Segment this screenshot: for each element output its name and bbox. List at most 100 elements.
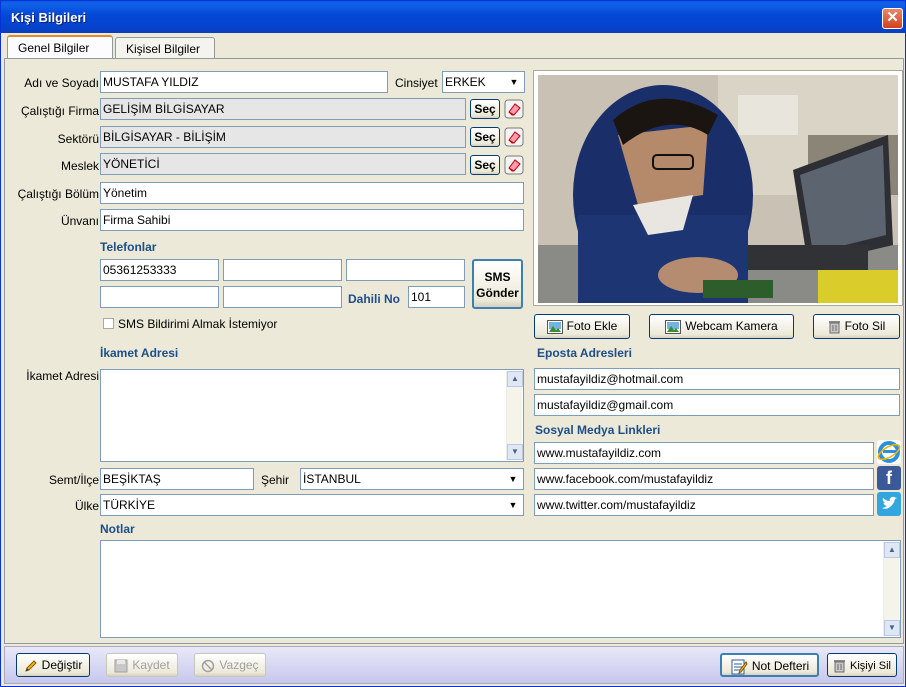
gender-label: Cinsiyet	[395, 76, 438, 90]
webcam-button[interactable]: Webcam Kamera	[649, 314, 794, 339]
job-title-field[interactable]: Firma Sahibi	[100, 209, 524, 231]
sector-field[interactable]: BİLGİSAYAR - BİLİŞİM	[100, 126, 466, 148]
department-label: Çalıştığı Bölüm	[17, 187, 99, 201]
gender-value: ERKEK	[445, 75, 486, 89]
notebook-button[interactable]: Not Defteri	[720, 653, 819, 677]
eraser-icon	[504, 127, 524, 147]
notebook-label: Not Defteri	[751, 659, 810, 673]
add-photo-label: Foto Ekle	[566, 319, 618, 333]
add-photo-button[interactable]: Foto Ekle	[534, 314, 630, 339]
delete-photo-button[interactable]: Foto Sil	[813, 314, 900, 339]
address-section-title: İkamet Adresi	[100, 346, 179, 360]
scroll-up-icon[interactable]: ▲	[884, 542, 900, 558]
pencil-icon	[24, 660, 37, 672]
edit-label: Değiştir	[41, 658, 83, 672]
twitter-field[interactable]: www.twitter.com/mustafayildiz	[534, 494, 874, 516]
send-sms-button[interactable]: SMS Gönder	[472, 259, 523, 309]
facebook-icon[interactable]: f	[877, 466, 901, 490]
extension-label: Dahili No	[348, 292, 401, 306]
chevron-down-icon: ▼	[508, 474, 518, 484]
notes-textarea[interactable]: ▲ ▼	[100, 540, 901, 638]
phone-field-2[interactable]	[223, 259, 342, 281]
image-icon	[546, 319, 563, 334]
city-select[interactable]: İSTANBUL ▼	[300, 468, 524, 490]
delete-person-button[interactable]: Kişiyi Sil	[827, 653, 897, 677]
cancel-icon	[202, 659, 215, 673]
select-sector-button[interactable]: Seç	[470, 127, 500, 147]
clear-job-button[interactable]	[504, 155, 524, 175]
sms-button-line1: SMS	[484, 270, 511, 284]
delete-photo-label: Foto Sil	[844, 319, 886, 333]
close-icon: ✕	[886, 9, 899, 26]
department-field[interactable]: Yönetim	[100, 182, 524, 204]
person-photo-image	[538, 75, 898, 303]
person-info-window: Kişi Bilgileri ✕ Genel Bilgiler Kişisel …	[0, 0, 906, 687]
tab-general-info[interactable]: Genel Bilgiler	[7, 35, 113, 59]
edit-button[interactable]: Değiştir	[16, 653, 90, 677]
phone-field-3[interactable]	[346, 259, 465, 281]
sms-optout-label: SMS Bildirimi Almak İstemiyor	[118, 317, 278, 331]
general-info-panel: Adı ve Soyadı MUSTAFA YILDIZ Cinsiyet ER…	[4, 58, 904, 644]
gender-select[interactable]: ERKEK ▼	[442, 71, 525, 93]
sms-button-line2: Gönder	[476, 286, 519, 300]
city-label: Şehir	[261, 473, 290, 487]
job-field[interactable]: YÖNETİCİ	[100, 153, 466, 175]
city-value: İSTANBUL	[303, 472, 361, 486]
company-field[interactable]: GELİŞİM BİLGİSAYAR	[100, 98, 466, 120]
webcam-label: Webcam Kamera	[685, 319, 778, 333]
emails-section-title: Eposta Adresleri	[537, 346, 632, 360]
clear-company-button[interactable]	[504, 99, 524, 119]
save-button[interactable]: Kaydet	[106, 653, 178, 677]
chevron-down-icon: ▼	[508, 500, 518, 510]
phone-field-1[interactable]: 05361253333	[100, 259, 219, 281]
notepad-icon	[731, 659, 748, 675]
phone-field-5[interactable]	[223, 286, 342, 308]
notes-scrollbar[interactable]: ▲ ▼	[883, 542, 900, 636]
social-section-title: Sosyal Medya Linkleri	[535, 423, 661, 437]
cancel-button[interactable]: Vazgeç	[194, 653, 266, 677]
facebook-field[interactable]: www.facebook.com/mustafayildiz	[534, 468, 874, 490]
cancel-label: Vazgeç	[219, 658, 259, 672]
sms-optout-checkbox[interactable]	[103, 318, 114, 329]
select-job-button[interactable]: Seç	[470, 155, 500, 175]
person-photo	[533, 70, 903, 306]
phone-field-4[interactable]	[100, 286, 219, 308]
phones-section-title: Telefonlar	[100, 240, 157, 254]
country-value: TÜRKİYE	[103, 498, 156, 512]
website-field[interactable]: www.mustafayildiz.com	[534, 442, 874, 464]
select-company-button[interactable]: Seç	[470, 99, 500, 119]
trash-icon	[834, 660, 846, 673]
trash-icon	[828, 321, 840, 334]
email-field-1[interactable]: mustafayildiz@hotmail.com	[534, 368, 900, 390]
window-title: Kişi Bilgileri	[11, 10, 87, 25]
tab-personal-info[interactable]: Kişisel Bilgiler	[115, 37, 215, 59]
clear-sector-button[interactable]	[504, 127, 524, 147]
name-field[interactable]: MUSTAFA YILDIZ	[100, 71, 388, 93]
address-label: İkamet Adresi	[26, 369, 99, 383]
company-label: Çalıştığı Firma	[20, 104, 99, 118]
internet-explorer-icon[interactable]	[877, 440, 901, 464]
delete-person-label: Kişiyi Sil	[850, 660, 891, 672]
image-icon	[665, 319, 682, 334]
scroll-down-icon[interactable]: ▼	[507, 444, 523, 460]
twitter-icon[interactable]	[877, 492, 901, 516]
country-select[interactable]: TÜRKİYE ▼	[100, 494, 524, 516]
title-bar: Kişi Bilgileri ✕	[1, 1, 905, 33]
close-button[interactable]: ✕	[882, 8, 903, 29]
district-field[interactable]: BEŞİKTAŞ	[100, 468, 254, 490]
address-textarea[interactable]: ▲ ▼	[100, 369, 524, 462]
extension-field[interactable]: 101	[408, 286, 465, 308]
floppy-disk-icon	[114, 659, 128, 673]
address-scrollbar[interactable]: ▲ ▼	[506, 371, 523, 460]
name-label: Adı ve Soyadı	[24, 76, 99, 90]
sector-label: Sektörü	[57, 132, 99, 146]
district-label: Semt/İlçe	[48, 473, 99, 487]
eraser-icon	[504, 99, 524, 119]
chevron-down-icon: ▼	[509, 77, 519, 87]
notes-section-title: Notlar	[100, 522, 135, 536]
country-label: Ülke	[74, 499, 99, 513]
email-field-2[interactable]: mustafayildiz@gmail.com	[534, 394, 900, 416]
scroll-up-icon[interactable]: ▲	[507, 371, 523, 387]
scroll-down-icon[interactable]: ▼	[884, 620, 900, 636]
save-label: Kaydet	[132, 658, 170, 672]
